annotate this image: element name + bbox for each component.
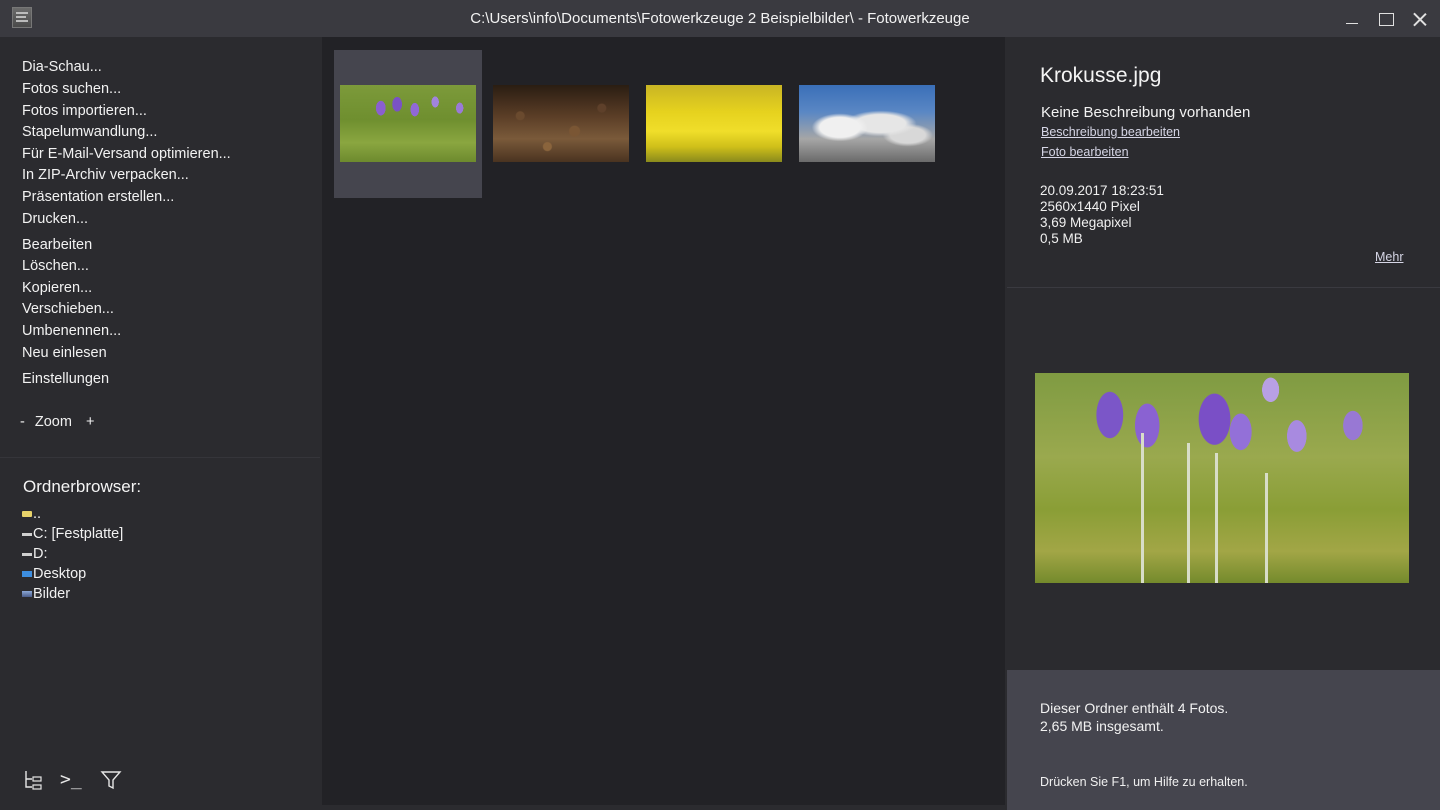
status-footer: Dieser Ordner enthält 4 Fotos. 2,65 MB i… [1007, 670, 1440, 810]
menu-edit[interactable]: Bearbeiten [22, 237, 92, 253]
thumbnail-image [646, 85, 782, 162]
thumbnail-leaves[interactable] [487, 50, 635, 198]
title-bar: C:\Users\info\Documents\Fotowerkzeuge 2 … [0, 0, 1440, 37]
zoom-out-button[interactable]: - [20, 414, 25, 430]
menu-move[interactable]: Verschieben... [22, 301, 114, 317]
photo-date: 20.09.2017 18:23:51 [1040, 183, 1164, 198]
menu-slideshow[interactable]: Dia-Schau... [22, 59, 102, 75]
thumbnail-krokusse[interactable] [334, 50, 482, 198]
zoom-label: Zoom [34, 414, 72, 430]
thumbnail-image [493, 85, 629, 162]
thumbnail-sky[interactable] [793, 50, 941, 198]
folder-item-parent[interactable]: .. [22, 506, 41, 522]
drive-icon [22, 552, 32, 556]
details-panel: Krokusse.jpg Keine Beschreibung vorhande… [1007, 37, 1440, 810]
menu-zip-archive[interactable]: In ZIP-Archiv verpacken... [22, 167, 189, 183]
folder-item-pictures[interactable]: Bilder [22, 586, 70, 602]
menu-search-photos[interactable]: Fotos suchen... [22, 81, 121, 97]
panel-divider [0, 457, 320, 458]
left-panel: Dia-Schau... Fotos suchen... Fotos impor… [0, 37, 320, 810]
filter-icon[interactable] [100, 769, 122, 796]
edit-description-link[interactable]: Beschreibung bearbeiten [1041, 125, 1180, 139]
photo-megapixel: 3,69 Megapixel [1040, 215, 1132, 230]
more-link[interactable]: Mehr [1375, 250, 1403, 264]
maximize-button[interactable] [1371, 6, 1401, 32]
folder-tree-icon[interactable] [22, 769, 44, 796]
window-title: C:\Users\info\Documents\Fotowerkzeuge 2 … [470, 10, 970, 27]
menu-rename[interactable]: Umbenennen... [22, 323, 121, 339]
photo-filesize: 0,5 MB [1040, 231, 1083, 246]
zoom-control: - Zoom + [20, 414, 100, 430]
menu-print[interactable]: Drucken... [22, 211, 88, 227]
menu-copy[interactable]: Kopieren... [22, 280, 92, 296]
folder-photo-count: Dieser Ordner enthält 4 Fotos. [1040, 700, 1229, 716]
folder-icon [22, 511, 32, 518]
help-hint: Drücken Sie F1, um Hilfe zu erhalten. [1040, 775, 1248, 789]
menu-email-optimize[interactable]: Für E-Mail-Versand optimieren... [22, 146, 231, 162]
folder-item-desktop[interactable]: Desktop [22, 566, 86, 582]
edit-photo-link[interactable]: Foto bearbeiten [1041, 145, 1129, 159]
pictures-icon [22, 591, 32, 598]
photo-preview[interactable] [1035, 373, 1409, 583]
menu-settings[interactable]: Einstellungen [22, 371, 109, 387]
file-name: Krokusse.jpg [1040, 64, 1162, 87]
folder-item-drive-d[interactable]: D: [22, 546, 48, 562]
photo-description: Keine Beschreibung vorhanden [1041, 104, 1251, 121]
thumbnail-image [799, 85, 935, 162]
console-icon[interactable]: >_ [60, 769, 82, 790]
menu-delete[interactable]: Löschen... [22, 258, 89, 274]
folder-browser-title: Ordnerbrowser: [23, 477, 142, 496]
thumbnail-grid [322, 37, 1005, 805]
thumbnail-rapeseed[interactable] [640, 50, 788, 198]
menu-import-photos[interactable]: Fotos importieren... [22, 103, 147, 119]
details-divider [1007, 287, 1440, 288]
minimize-button[interactable] [1337, 6, 1367, 32]
drive-icon [22, 532, 32, 536]
thumbnail-image [340, 85, 476, 162]
menu-batch-convert[interactable]: Stapelumwandlung... [22, 124, 157, 140]
folder-item-drive-c[interactable]: C: [Festplatte] [22, 526, 123, 542]
photo-dimensions: 2560x1440 Pixel [1040, 199, 1140, 214]
close-button[interactable] [1405, 6, 1435, 32]
menu-create-presentation[interactable]: Präsentation erstellen... [22, 189, 174, 205]
desktop-icon [22, 571, 32, 578]
zoom-in-button[interactable]: + [86, 414, 94, 430]
folder-total-size: 2,65 MB insgesamt. [1040, 718, 1164, 734]
menu-reload[interactable]: Neu einlesen [22, 345, 107, 361]
